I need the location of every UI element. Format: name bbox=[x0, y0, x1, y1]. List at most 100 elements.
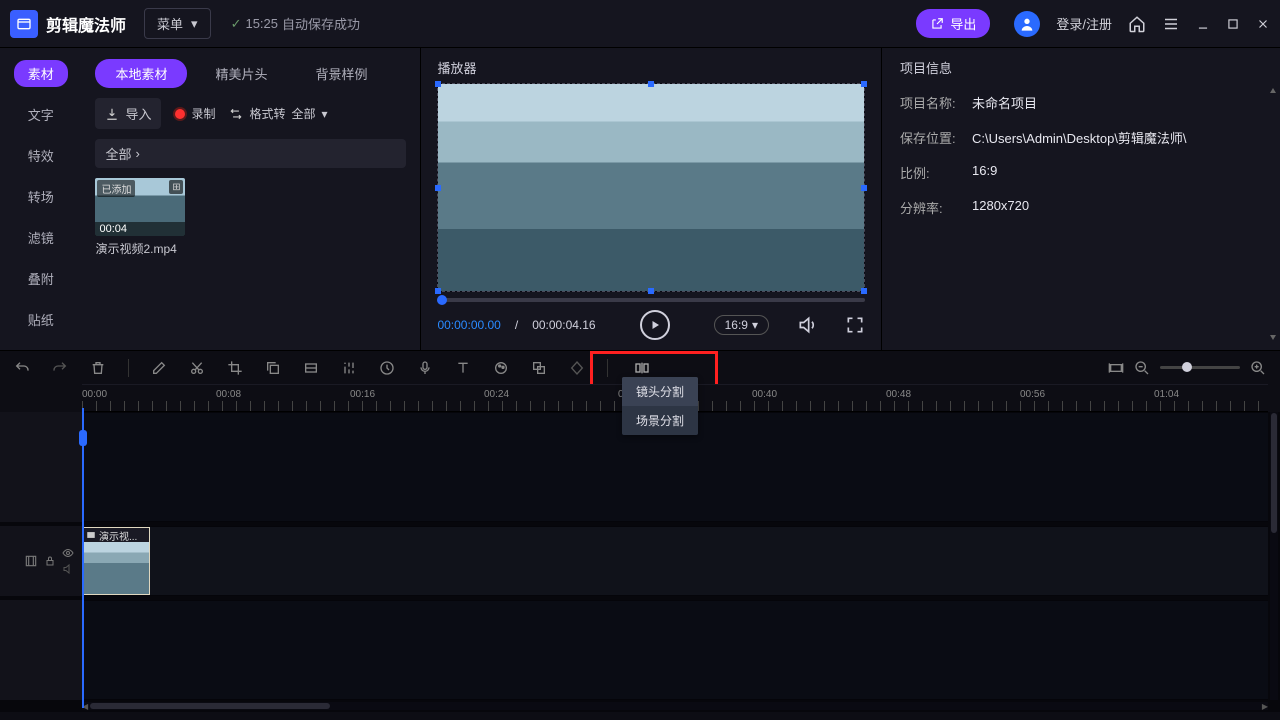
film-icon[interactable] bbox=[24, 554, 38, 568]
speaker-icon[interactable] bbox=[62, 563, 74, 575]
mic-icon[interactable] bbox=[417, 360, 433, 376]
h-scroll-thumb[interactable] bbox=[90, 703, 330, 709]
handle-bc[interactable] bbox=[648, 288, 654, 294]
trash-icon[interactable] bbox=[90, 360, 106, 376]
zoom-in-icon[interactable] bbox=[1250, 360, 1266, 376]
side-nav: 素材 文字 特效 转场 滤镜 叠附 贴纸 配乐 bbox=[0, 48, 81, 350]
time-sep: / bbox=[515, 318, 518, 332]
export-button[interactable]: 导出 bbox=[916, 9, 990, 38]
clip-name: 演示视... bbox=[99, 528, 137, 542]
import-icon bbox=[105, 107, 119, 121]
thumb-add-icon[interactable]: ⊞ bbox=[169, 180, 183, 194]
export-icon bbox=[930, 17, 944, 31]
handle-br[interactable] bbox=[861, 288, 867, 294]
speed-icon[interactable] bbox=[379, 360, 395, 376]
v-scrollbar[interactable] bbox=[1270, 412, 1278, 700]
format-button[interactable]: 格式转 全部 ▾ bbox=[229, 105, 327, 122]
ratio-label: 16:9 bbox=[725, 318, 748, 332]
all-label: 全部 bbox=[105, 144, 131, 163]
sidenav-transition[interactable]: 转场 bbox=[28, 183, 54, 210]
h-scrollbar[interactable] bbox=[82, 702, 1268, 710]
timeline-toolbar: 镜头分割 场景分割 bbox=[0, 350, 1280, 384]
sidenav-material[interactable]: 素材 bbox=[14, 60, 68, 87]
player-title: 播放器 bbox=[437, 58, 865, 77]
progress-bar[interactable] bbox=[437, 298, 865, 302]
handle-tr[interactable] bbox=[861, 81, 867, 87]
zoom-slider[interactable] bbox=[1160, 366, 1240, 369]
text-icon[interactable] bbox=[455, 360, 471, 376]
sidenav-sticker[interactable]: 贴纸 bbox=[28, 306, 54, 333]
timeline-clip[interactable]: 演示视... bbox=[82, 527, 150, 595]
login-link[interactable]: 登录/注册 bbox=[1056, 14, 1112, 33]
tab-intro[interactable]: 精美片头 bbox=[195, 59, 287, 88]
zoom-knob[interactable] bbox=[1182, 362, 1192, 372]
title-right-tools: 登录/注册 bbox=[1014, 11, 1270, 37]
record-button[interactable]: 录制 bbox=[175, 105, 215, 122]
menu-label: 菜单 bbox=[157, 14, 183, 33]
ratio-icon[interactable] bbox=[303, 360, 319, 376]
play-button[interactable] bbox=[640, 310, 670, 340]
video-frame bbox=[438, 84, 864, 291]
asset-thumb[interactable]: 已添加 ⊞ 00:04 演示视频2.mp4 bbox=[95, 178, 185, 257]
aspect-ratio-select[interactable]: 16:9 ▾ bbox=[714, 315, 769, 335]
copy-icon[interactable] bbox=[265, 360, 281, 376]
redo-icon[interactable] bbox=[52, 360, 68, 376]
sidenav-effects[interactable]: 特效 bbox=[28, 142, 54, 169]
thumb-badge: 已添加 bbox=[97, 180, 135, 197]
color-icon[interactable] bbox=[493, 360, 509, 376]
split-tool-icon[interactable] bbox=[634, 360, 650, 376]
menu-button[interactable]: 菜单 ▾ bbox=[144, 8, 211, 39]
track-head bbox=[0, 526, 82, 596]
progress-knob[interactable] bbox=[437, 295, 447, 305]
edit-icon[interactable] bbox=[151, 360, 167, 376]
handle-tc[interactable] bbox=[648, 81, 654, 87]
undo-icon[interactable] bbox=[14, 360, 30, 376]
avatar[interactable] bbox=[1014, 11, 1040, 37]
handle-bl[interactable] bbox=[435, 288, 441, 294]
v-scroll-thumb[interactable] bbox=[1271, 413, 1277, 533]
fit-icon[interactable] bbox=[1108, 360, 1124, 376]
video-canvas[interactable] bbox=[437, 83, 865, 292]
handle-mr[interactable] bbox=[861, 185, 867, 191]
opt-scene-split[interactable]: 场景分割 bbox=[622, 406, 698, 435]
zoom-group bbox=[1108, 360, 1266, 376]
sidenav-text[interactable]: 文字 bbox=[28, 101, 54, 128]
tab-bg[interactable]: 背景样例 bbox=[295, 59, 387, 88]
sidenav-overlay[interactable]: 叠附 bbox=[28, 265, 54, 292]
volume-icon[interactable] bbox=[797, 315, 817, 335]
home-icon[interactable] bbox=[1128, 15, 1146, 33]
lock-icon[interactable] bbox=[44, 555, 56, 567]
track-body[interactable] bbox=[82, 600, 1268, 700]
info-scrollbar[interactable] bbox=[1270, 88, 1276, 340]
thumb-image: 已添加 ⊞ 00:04 bbox=[95, 178, 185, 236]
layers-icon[interactable] bbox=[531, 360, 547, 376]
fullscreen-icon[interactable] bbox=[845, 315, 865, 335]
import-button[interactable]: 导入 bbox=[95, 98, 161, 129]
keyframe-icon[interactable] bbox=[569, 360, 585, 376]
handle-ml[interactable] bbox=[435, 185, 441, 191]
all-filter-button[interactable]: 全部 › bbox=[95, 139, 406, 168]
minimize-icon[interactable] bbox=[1196, 17, 1210, 31]
export-label: 导出 bbox=[950, 14, 976, 33]
crop-icon[interactable] bbox=[227, 360, 243, 376]
zoom-out-icon[interactable] bbox=[1134, 360, 1150, 376]
main-row: 素材 文字 特效 转场 滤镜 叠附 贴纸 配乐 本地素材 精美片头 背景样例 导… bbox=[0, 48, 1280, 350]
app-name: 剪辑魔法师 bbox=[46, 12, 126, 36]
record-label: 录制 bbox=[191, 105, 215, 122]
eye-icon[interactable] bbox=[62, 547, 74, 559]
ruler-tick: 00:16 bbox=[350, 389, 375, 400]
opt-shot-split[interactable]: 镜头分割 bbox=[622, 377, 698, 406]
track-body[interactable]: 演示视... bbox=[82, 526, 1268, 596]
maximize-icon[interactable] bbox=[1226, 17, 1240, 31]
hamburger-icon[interactable] bbox=[1162, 15, 1180, 33]
playhead[interactable] bbox=[82, 408, 84, 708]
sidenav-filter[interactable]: 滤镜 bbox=[28, 224, 54, 251]
adjust-icon[interactable] bbox=[341, 360, 357, 376]
close-icon[interactable] bbox=[1256, 17, 1270, 31]
cut-icon[interactable] bbox=[189, 360, 205, 376]
clip-video-icon bbox=[86, 530, 96, 540]
tab-local[interactable]: 本地素材 bbox=[95, 59, 187, 88]
autosave-status: ✓ 15:25 自动保存成功 bbox=[231, 14, 360, 33]
handle-tl[interactable] bbox=[435, 81, 441, 87]
separator bbox=[607, 359, 608, 377]
